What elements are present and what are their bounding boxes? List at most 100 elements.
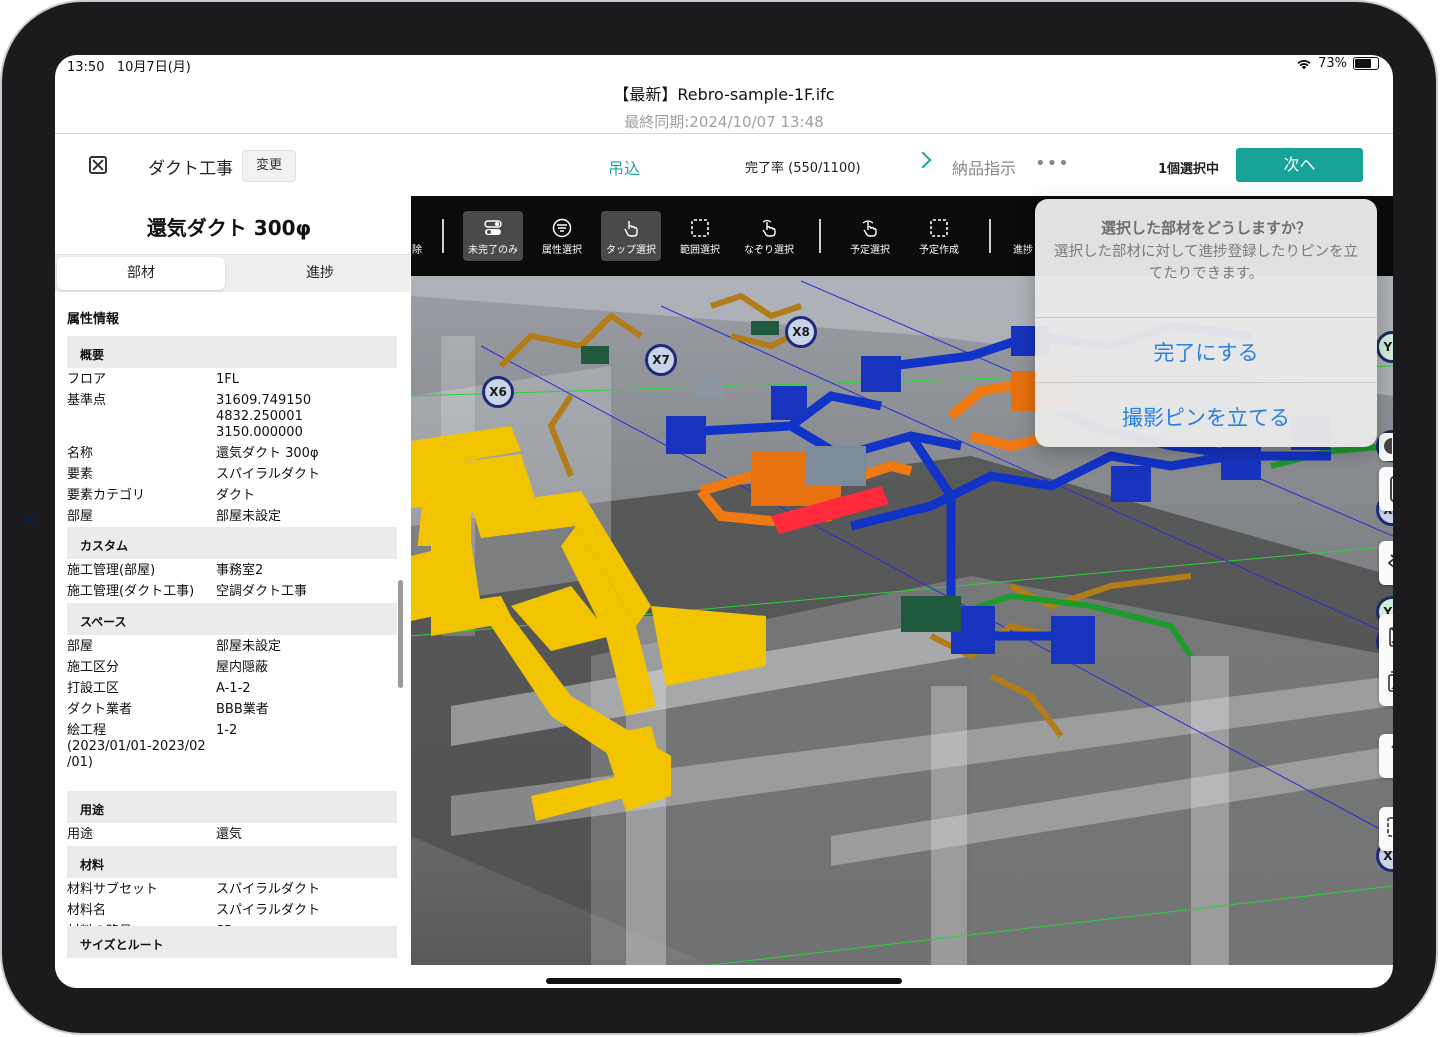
attribute-value: BBB業者 [216, 702, 269, 717]
popover-title: 選択した部材をどうしますか？ [1100, 219, 1311, 237]
no-image-icon[interactable] [1389, 627, 1393, 647]
image-buttons[interactable] [1379, 614, 1393, 706]
attribute-key: 絵工程 (2023/01/01-2023/02/01) [67, 723, 206, 770]
status-bar: 13:50 10月7日(月) 73% [55, 55, 1393, 75]
pin-off-icon [1391, 745, 1393, 749]
document-icon [1390, 476, 1393, 502]
attribute-value: スパイラルダクト [216, 467, 321, 482]
attribute-key: 打設工区 [67, 681, 120, 696]
image-stack-icon[interactable] [1388, 666, 1393, 692]
toolbar-divider [989, 219, 991, 253]
toggle-icon [484, 220, 502, 235]
change-button[interactable]: 変更 [242, 150, 296, 182]
attribute-value: 空調ダクト工事 [216, 584, 308, 599]
attribute-key: 用途 [67, 827, 94, 842]
last-sync: 最終同期:2024/10/07 13:48 [624, 113, 824, 131]
screen-view-button[interactable] [1379, 807, 1393, 851]
attribute-list[interactable]: 属性情報 概要 フロア 1FL 基準点 31609.749150 4832.250001 3… [55, 292, 411, 988]
tablet-frame: 13:50 10月7日(月) 73% 【最新】Rebro-sample-1F.i… [2, 2, 1436, 1033]
attribute-key: ダクト業者 [67, 702, 133, 717]
section-header: 概要 [67, 336, 397, 368]
properties-panel: 還気ダクト 300φ 部材 進捗 属性情報 概要 フロア 1FL 基準点 31609.7… [55, 196, 411, 988]
selection-count: 1個選択中 [1158, 162, 1220, 177]
plan-hand-icon [862, 220, 877, 237]
next-stage[interactable]: 納品指示 [952, 155, 1016, 179]
home-indicator[interactable] [546, 978, 902, 984]
segmented-tabs: 部材 進捗 [55, 254, 410, 292]
tab-progress[interactable]: 進捗 [235, 257, 405, 290]
completion-rate: 完了率 (550/1100) [745, 161, 861, 176]
attribute-key: フロア [67, 372, 107, 387]
attribute-value: 事務室2 [216, 563, 264, 578]
close-icon[interactable] [89, 156, 107, 174]
document-title-bar: 【最新】Rebro-sample-1F.ifc 最終同期:2024/10/07 … [55, 75, 1393, 134]
section-header: スペース [67, 603, 397, 635]
filter-list-icon [552, 218, 572, 238]
half-circle-button[interactable] [1379, 433, 1393, 461]
attribute-key: 材料名 [67, 903, 107, 918]
attribute-key: 部屋 [67, 509, 94, 524]
section-header: カスタム [67, 527, 397, 559]
attribute-key: 要素カテゴリ [67, 488, 146, 503]
hide-button[interactable] [1379, 541, 1393, 585]
section-header: サイズとルート [67, 926, 397, 958]
hide-eye-icon [1387, 554, 1393, 568]
attribute-value: 還気 [216, 827, 243, 842]
status-time: 13:50 10月7日(月) [67, 60, 191, 75]
section-header: 用途 [67, 791, 397, 823]
tool-partial[interactable]: 除 [411, 211, 423, 261]
attribute-value: 部屋未設定 [216, 639, 282, 654]
work-header: ダクト工事 変更 吊込 完了率 (550/1100) 納品指示 ••• 1個選択… [55, 134, 1393, 196]
popover-message: 選択した部材に対して進捗登録したりピンを立てたりできます。 [1053, 244, 1359, 282]
attribute-key: 要素 [67, 467, 94, 482]
chevron-right-icon [914, 151, 932, 169]
half-circle-icon [1384, 438, 1392, 454]
attribute-value: 31609.749150 4832.250001 3150.000000 [216, 393, 312, 440]
toolbar-divider [819, 219, 821, 253]
attribute-value: スパイラルダクト [216, 903, 321, 918]
attribute-value: 1-2 [216, 723, 238, 738]
tool-trace-select[interactable]: なぞり選択 [739, 211, 799, 261]
battery-percent: 73% [1318, 56, 1347, 71]
attribute-key: 施工管理(部屋) [67, 563, 156, 578]
dashed-rect-icon [691, 219, 709, 237]
attribute-value: A-1-2 [216, 681, 251, 696]
attribute-value: スパイラルダクト [216, 882, 321, 897]
next-button[interactable]: 次へ [1236, 148, 1363, 182]
attribute-value: 1FL [216, 372, 239, 387]
tool-incomplete-only[interactable]: 未完了のみ [463, 211, 523, 261]
attribute-value: 部屋未設定 [216, 509, 282, 524]
toolbar-divider [442, 219, 444, 253]
section-header: 材料 [67, 846, 397, 878]
grid-label-x6: X6 [482, 376, 514, 408]
pin-off-button[interactable] [1379, 734, 1393, 778]
trace-hand-icon [762, 219, 776, 237]
work-type: ダクト工事 [148, 159, 233, 179]
front-camera [25, 515, 35, 525]
mark-complete-button[interactable]: 完了にする [1035, 337, 1377, 367]
scrollbar[interactable] [398, 580, 403, 688]
action-popover: 選択した部材をどうしますか？ 選択した部材に対して進捗登録したりピンを立てたりで… [1035, 199, 1377, 447]
attribute-key: 名称 [67, 446, 94, 461]
attribute-key: 材料サブセット [67, 882, 159, 897]
grid-label-x7: X7 [645, 344, 677, 376]
screen-eye-icon [1387, 817, 1393, 837]
current-stage[interactable]: 吊込 [608, 155, 640, 179]
document-button[interactable] [1379, 467, 1393, 511]
file-name: 【最新】Rebro-sample-1F.ifc [613, 85, 835, 104]
tab-parts[interactable]: 部材 [57, 257, 225, 290]
attribute-key: 基準点 [67, 393, 107, 408]
plan-rect-icon [930, 219, 948, 237]
tool-progress[interactable]: 進捗 [1011, 211, 1035, 261]
tool-tap-select[interactable]: タップ選択 [601, 211, 661, 261]
attribute-key: 施工区分 [67, 660, 120, 675]
tool-plan-select[interactable]: 予定選択 [840, 211, 900, 261]
popover-divider [1035, 317, 1377, 318]
tool-plan-create[interactable]: 予定作成 [909, 211, 969, 261]
tap-hand-icon [624, 221, 638, 237]
photo-pin-button[interactable]: 撮影ピンを立てる [1035, 402, 1377, 432]
tool-range-select[interactable]: 範囲選択 [670, 211, 730, 261]
tool-attribute-select[interactable]: 属性選択 [532, 211, 592, 261]
more-icon[interactable]: ••• [1035, 153, 1070, 174]
popover-divider [1035, 382, 1377, 383]
